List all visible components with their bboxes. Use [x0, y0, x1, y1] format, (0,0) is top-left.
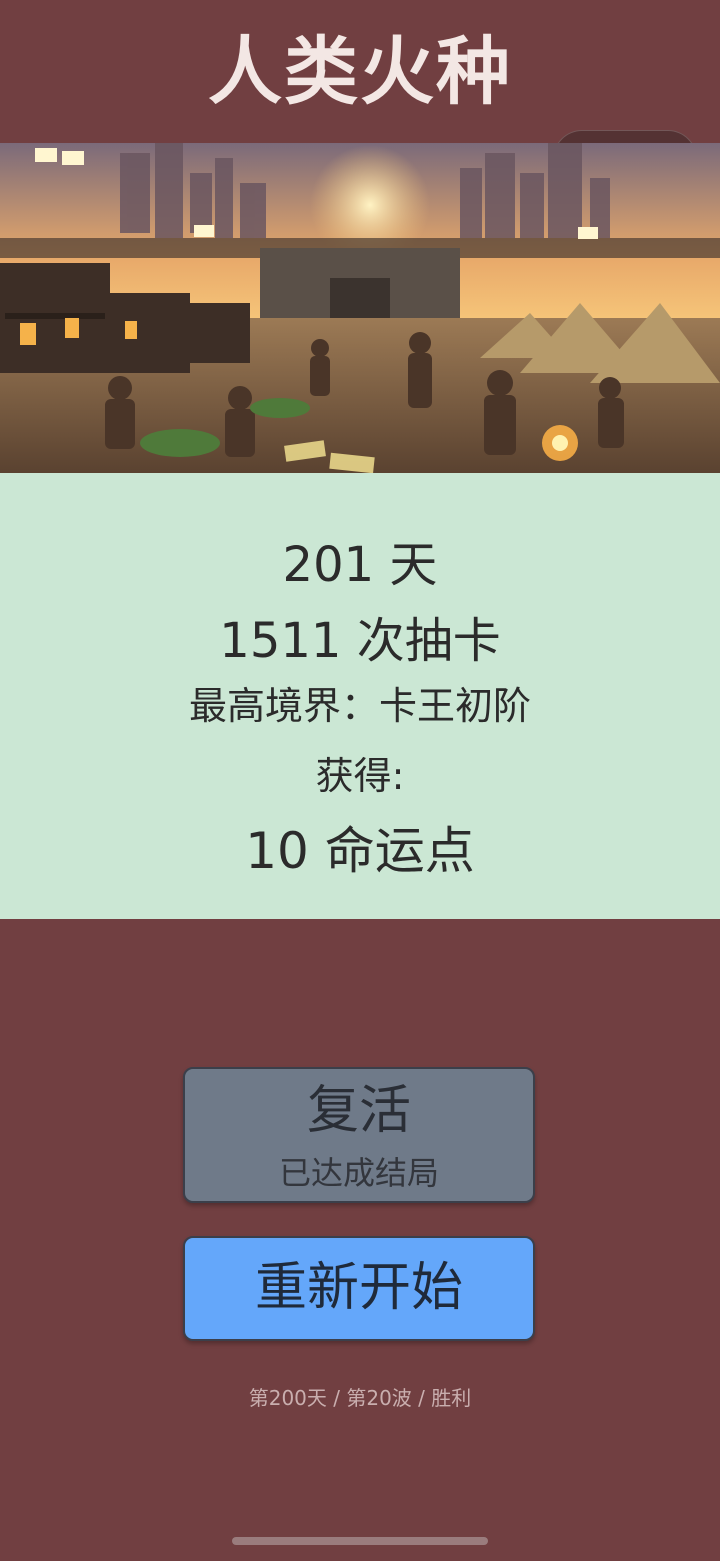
- card-draws: 1511 次抽卡: [219, 613, 501, 669]
- banner-illustration: [0, 143, 720, 473]
- restart-button-label: 重新开始: [254, 1258, 463, 1318]
- highest-realm: 最高境界：卡王初阶: [188, 684, 531, 728]
- app-title: 人类火种: [208, 29, 512, 115]
- days-survived: 201 天: [282, 537, 438, 593]
- game-status-footer: 第200天 / 第20波 / 胜利: [248, 1386, 472, 1410]
- fate-points-reward: 10 命运点: [245, 822, 475, 880]
- revive-button-sublabel: 已达成结局: [278, 1154, 439, 1192]
- revive-button-label: 复活: [306, 1081, 411, 1141]
- obtained-label: 获得:: [315, 754, 405, 798]
- result-stats-panel: 201 天 1511 次抽卡 最高境界：卡王初阶 获得: 10 命运点: [0, 473, 720, 919]
- restart-button[interactable]: 重新开始: [183, 1236, 535, 1341]
- revive-button[interactable]: 复活 已达成结局: [183, 1067, 535, 1203]
- home-indicator[interactable]: [232, 1537, 488, 1545]
